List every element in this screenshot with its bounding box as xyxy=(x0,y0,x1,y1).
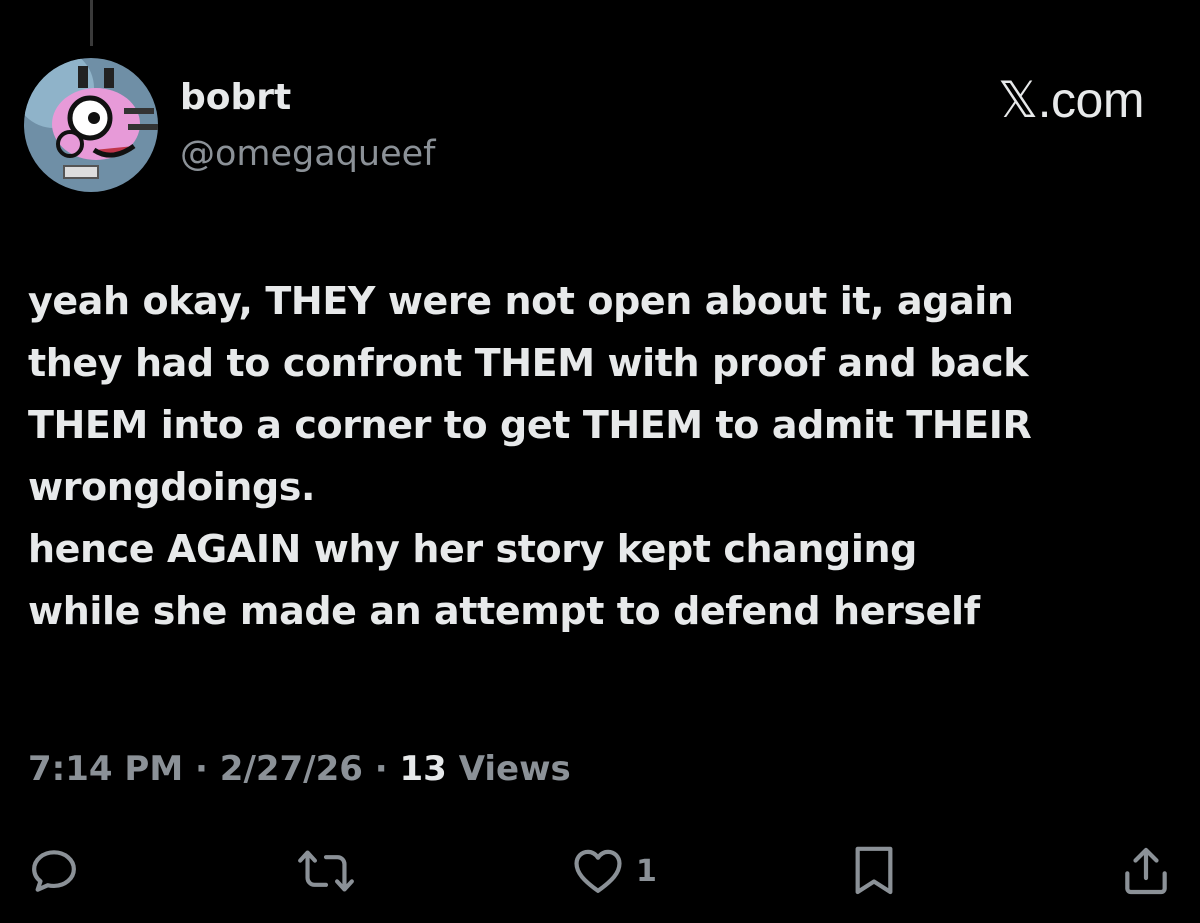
heart-icon xyxy=(574,849,622,893)
avatar-image xyxy=(24,58,158,192)
like-button[interactable]: 1 xyxy=(570,836,657,906)
tweet-time[interactable]: 7:14 PM xyxy=(28,749,183,789)
bookmark-button[interactable] xyxy=(848,836,900,906)
meta-separator: · xyxy=(374,749,388,789)
avatar[interactable] xyxy=(24,58,158,192)
like-count: 1 xyxy=(636,853,657,889)
repost-button[interactable] xyxy=(296,836,356,906)
tweet-text: yeah okay, THEY were not open about it, … xyxy=(28,279,1032,633)
views-label: Views xyxy=(458,749,571,789)
tweet-date[interactable]: 2/27/26 xyxy=(220,749,363,789)
user-handle[interactable]: @omegaqueef xyxy=(180,132,436,176)
display-name[interactable]: bobrt xyxy=(180,76,436,120)
reply-button[interactable] xyxy=(26,836,82,906)
views-count: 13 xyxy=(399,749,447,789)
author-block: bobrt @omegaqueef xyxy=(180,76,436,176)
repost-icon xyxy=(298,850,354,892)
action-bar: 1 xyxy=(0,836,1200,906)
bookmark-icon xyxy=(855,846,893,895)
share-button[interactable] xyxy=(1118,836,1174,906)
share-icon xyxy=(1125,847,1167,895)
meta-separator: · xyxy=(195,749,208,789)
tweet-meta: 7:14 PM · 2/27/26 · 13 Views xyxy=(28,746,571,792)
reply-icon xyxy=(32,850,76,892)
thread-connector-line xyxy=(90,0,93,46)
brand-logo: 𝕏.com xyxy=(997,72,1145,128)
